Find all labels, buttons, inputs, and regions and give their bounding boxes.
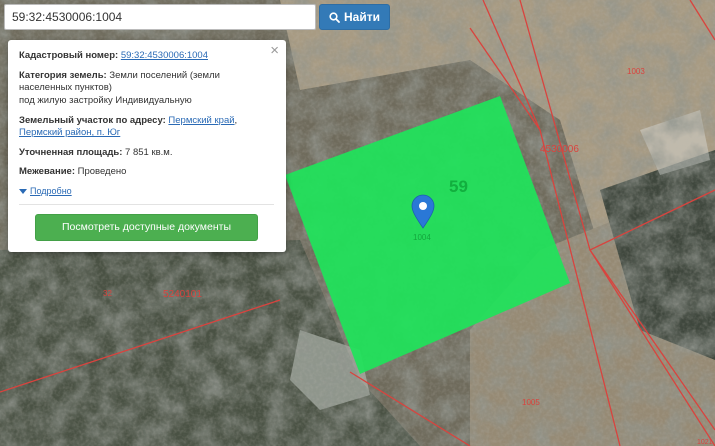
details-toggle[interactable]: Подробно <box>19 186 274 198</box>
area-row: Уточненная площадь: 7 851 кв.м. <box>19 147 274 160</box>
address-link-region[interactable]: Пермский край <box>168 115 234 126</box>
search-icon <box>329 11 340 23</box>
land-use-value: под жилую застройку Индивидуальную <box>19 94 192 106</box>
address-link-locality[interactable]: Пермский район, п. Юг <box>19 127 120 138</box>
land-category-row: Категория земель: Земли поселений (земли… <box>19 70 274 108</box>
view-documents-button[interactable]: Посмотреть доступные документы <box>35 213 258 241</box>
quarter-label-left: 5240101 <box>163 289 202 300</box>
search-bar: Найти <box>4 4 390 30</box>
area-label: Уточненная площадь: <box>19 146 123 158</box>
survey-value: Проведено <box>77 166 127 178</box>
cadastral-number-link[interactable]: 59:32:4530006:1004 <box>121 50 208 61</box>
survey-row: Межевание: Проведено <box>19 166 274 179</box>
corner-label: 1021 <box>697 439 713 446</box>
marker-label: 1004 <box>413 233 431 242</box>
parcel-label-1005: 1005 <box>522 398 540 407</box>
details-link[interactable]: Подробно <box>30 186 72 198</box>
cadastral-number-label: Кадастровый номер: <box>19 50 119 61</box>
search-button[interactable]: Найти <box>319 4 390 30</box>
quarter-label: 4530006 <box>540 144 579 155</box>
parcel-label-1003: 1003 <box>627 67 645 76</box>
region-label: 59 <box>449 177 468 196</box>
parcel-info-popup: × Кадастровый номер: 59:32:4530006:1004 … <box>8 40 286 252</box>
search-input[interactable] <box>4 4 316 30</box>
land-category-label: Категория земель: <box>19 69 107 81</box>
address-label: Земельный участок по адресу: <box>19 114 166 126</box>
cadastral-number-row: Кадастровый номер: 59:32:4530006:1004 <box>19 50 274 63</box>
triangle-down-icon <box>19 189 27 195</box>
survey-label: Межевание: <box>19 166 75 178</box>
parcel-label-32: 32 <box>103 289 112 298</box>
search-button-label: Найти <box>344 10 380 24</box>
area-value: 7 851 кв.м. <box>125 146 173 158</box>
close-icon[interactable]: × <box>270 43 279 58</box>
divider <box>19 203 274 205</box>
address-row: Земельный участок по адресу: Пермский кр… <box>19 114 238 139</box>
